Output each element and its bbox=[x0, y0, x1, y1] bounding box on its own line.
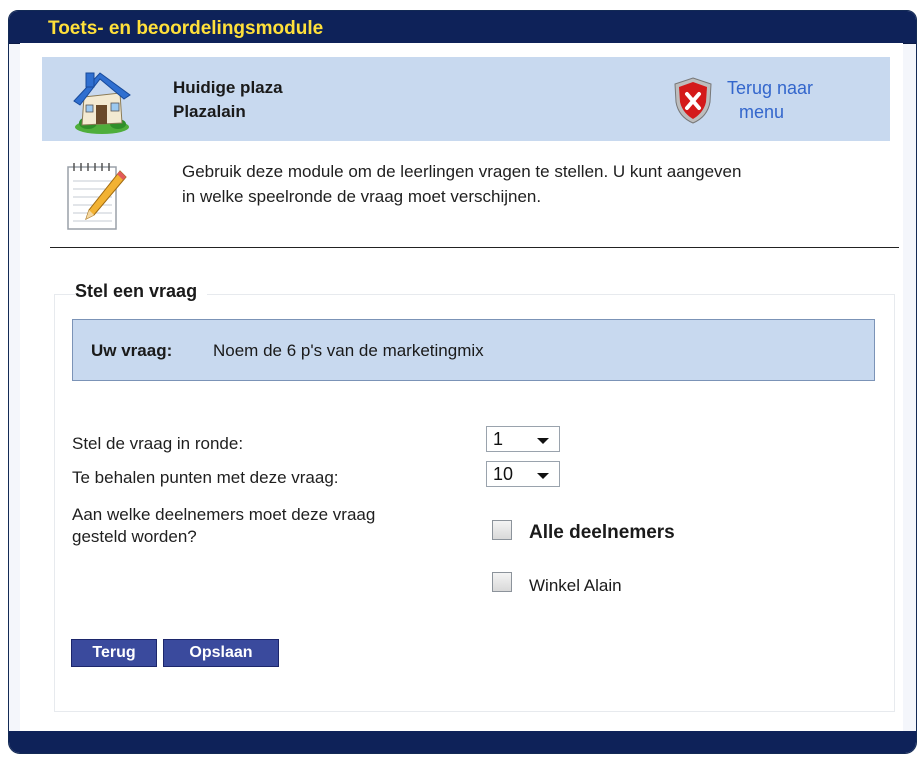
divider bbox=[50, 247, 899, 248]
intro-line-1: Gebruik deze module om de leerlingen vra… bbox=[182, 162, 742, 181]
participants-label: Aan welke deelnemers moet deze vraag ges… bbox=[72, 504, 375, 548]
checkbox-all-participants[interactable] bbox=[492, 520, 512, 540]
round-select[interactable]: 1 bbox=[486, 426, 560, 452]
participants-label-line1: Aan welke deelnemers moet deze vraag bbox=[72, 505, 376, 524]
intro-line-2: in welke speelronde de vraag moet versch… bbox=[182, 187, 542, 206]
house-icon bbox=[73, 72, 131, 134]
plaza-label: Huidige plaza bbox=[173, 78, 283, 97]
plaza-name: Plazalain bbox=[173, 102, 246, 121]
module-window: Toets- en beoordelingsmodule Huidige pla… bbox=[8, 10, 917, 754]
points-select-value: 10 bbox=[493, 464, 514, 484]
question-text: Noem de 6 p's van de marketingmix bbox=[213, 341, 484, 360]
save-button[interactable]: Opslaan bbox=[163, 639, 279, 667]
round-label: Stel de vraag in ronde: bbox=[72, 434, 244, 453]
plaza-header: Huidige plaza Plazalain Terug naar menu bbox=[42, 57, 890, 141]
intro-text: Gebruik deze module om de leerlingen vra… bbox=[182, 159, 912, 209]
winkel-alain-label: Winkel Alain bbox=[529, 576, 622, 595]
points-label: Te behalen punten met deze vraag: bbox=[72, 468, 339, 487]
notepad-pencil-icon bbox=[67, 163, 127, 230]
round-select-value: 1 bbox=[493, 429, 504, 449]
participants-label-line2: gesteld worden? bbox=[72, 527, 197, 546]
question-label: Uw vraag: bbox=[91, 341, 173, 360]
caret-down-icon bbox=[537, 473, 549, 479]
points-select[interactable]: 10 bbox=[486, 461, 560, 487]
fieldset-legend: Stel een vraag bbox=[75, 281, 208, 302]
footer-bar bbox=[9, 731, 916, 753]
caret-down-icon bbox=[537, 438, 549, 444]
shield-x-icon[interactable] bbox=[672, 76, 714, 124]
back-button[interactable]: Terug bbox=[71, 639, 157, 667]
back-link-line1: Terug naar bbox=[727, 78, 814, 98]
checkbox-winkel-alain[interactable] bbox=[492, 572, 512, 592]
question-box: Uw vraag: Noem de 6 p's van de marketing… bbox=[72, 319, 875, 381]
title-bar: Toets- en beoordelingsmodule bbox=[9, 11, 916, 44]
back-link-line2: menu bbox=[739, 102, 785, 122]
back-to-menu-link[interactable]: Terug naar menu bbox=[727, 76, 813, 124]
module-content: Huidige plaza Plazalain Terug naar menu bbox=[20, 43, 903, 733]
window-title: Toets- en beoordelingsmodule bbox=[48, 18, 324, 39]
all-participants-label: Alle deelnemers bbox=[529, 522, 675, 543]
